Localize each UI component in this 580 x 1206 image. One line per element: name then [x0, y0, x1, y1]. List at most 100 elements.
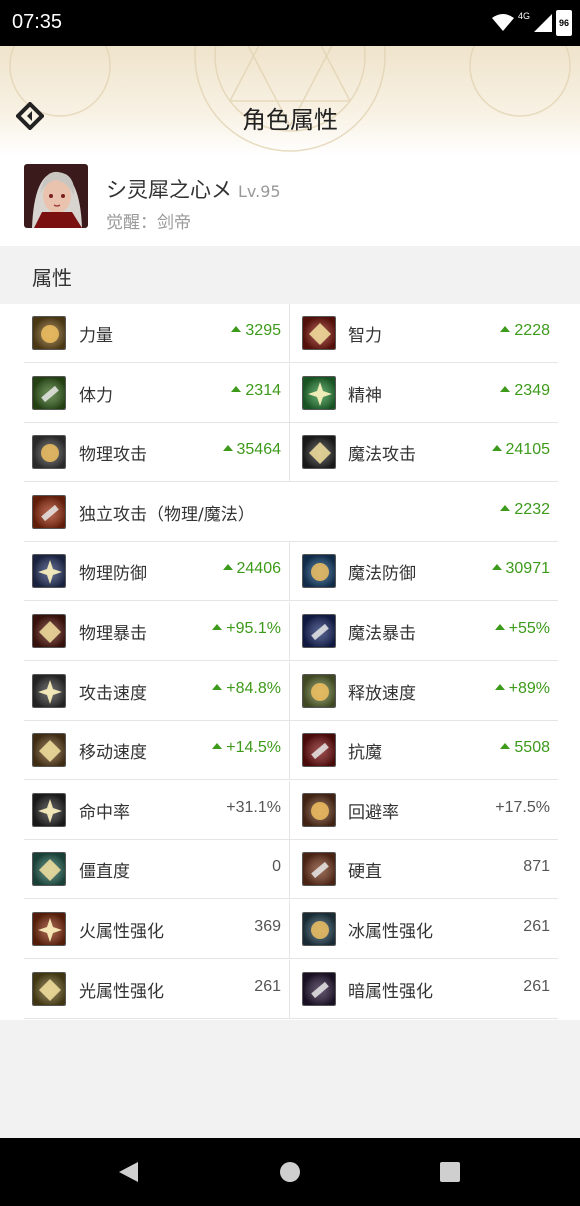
stat-value-text: 2232 [514, 500, 550, 518]
stat-value: 0 [272, 858, 281, 876]
nav-recents-button[interactable] [438, 1160, 462, 1184]
stat-value-text: +17.5% [495, 798, 550, 816]
character-name: シ灵犀之心メ [106, 178, 232, 202]
increase-arrow-icon [212, 683, 223, 690]
stat-label: 光属性强化 [79, 981, 164, 1002]
stat-row: 光属性强化 261 暗属性强化 261 [24, 959, 558, 1019]
stat-value: 2232 [500, 501, 550, 519]
stat-value-text: 2228 [514, 322, 550, 339]
stat-cell: 硬直 871 [290, 840, 558, 899]
stat-cell: 物理防御 24406 [24, 542, 290, 602]
stat-row: 命中率 +31.1% 回避率 +17.5% [24, 780, 558, 840]
page-title: 角色属性 [242, 106, 338, 134]
increase-arrow-icon [222, 564, 233, 571]
stat-label: 独立攻击（物理/魔法） [79, 504, 255, 525]
stat-value-text: +14.5% [226, 739, 281, 757]
stat-cell: 释放速度 +89% [290, 662, 558, 721]
stat-cell: 移动速度 +14.5% [24, 721, 290, 781]
stat-label: 智力 [348, 326, 382, 346]
stat-row: 移动速度 +14.5% 抗魔 5508 [24, 721, 558, 781]
evasion-icon [302, 792, 336, 827]
stat-value-text: +31.1% [226, 798, 281, 816]
stat-row: 僵直度 0 硬直 871 [24, 840, 558, 900]
stat-label: 火属性强化 [79, 922, 164, 942]
independent-attack-icon [32, 494, 66, 529]
stat-value-text: +89% [508, 679, 550, 697]
stat-cell: 物理攻击 35464 [24, 423, 290, 483]
circle-home-icon [280, 1162, 300, 1182]
stat-label: 移动速度 [79, 743, 147, 764]
square-recents-icon [440, 1162, 460, 1182]
stat-label: 攻击速度 [79, 683, 147, 704]
stat-label: 僵直度 [79, 862, 130, 883]
signal-icon [534, 14, 552, 32]
stat-value: 24406 [222, 560, 281, 578]
stat-cell: 魔法暴击 +55% [290, 602, 558, 661]
stat-cell: 物理暴击 +95.1% [24, 602, 290, 661]
increase-arrow-icon [212, 624, 223, 630]
stat-label: 力量 [79, 326, 113, 346]
stat-label: 硬直 [348, 862, 382, 883]
fire-element-icon [32, 912, 66, 946]
stat-label: 释放速度 [348, 683, 416, 704]
hit-recovery-icon [302, 852, 336, 887]
stat-label: 物理暴击 [79, 624, 147, 644]
stat-value-text: 2349 [514, 381, 550, 399]
stat-value: +84.8% [212, 680, 281, 698]
vitality-icon [32, 375, 66, 410]
stat-cell: 精神 2349 [290, 364, 558, 423]
stat-value: 2349 [500, 382, 550, 400]
physical-attack-icon [32, 435, 66, 470]
stat-row: 物理攻击 35464 魔法攻击 24105 [24, 423, 558, 483]
stat-row: 火属性强化 369 冰属性强化 261 [24, 900, 558, 959]
spirit-icon [302, 375, 336, 410]
wifi-icon [491, 14, 514, 31]
nav-back-button[interactable] [116, 1160, 140, 1184]
attributes-section-header: 属性 [0, 246, 580, 304]
increase-arrow-icon [500, 504, 511, 511]
magic-attack-icon [302, 435, 336, 470]
stat-value: +95.1% [212, 620, 281, 638]
stat-value-text: 261 [523, 918, 550, 935]
magic-crit-icon [302, 614, 336, 648]
stat-value-text: +84.8% [226, 679, 281, 697]
stat-value: 35464 [222, 441, 282, 459]
increase-arrow-icon [231, 385, 242, 392]
network-type-label: 4G [517, 11, 530, 21]
stat-value: 2228 [500, 322, 550, 340]
stat-cell: 攻击速度 +84.8% [24, 661, 290, 721]
magic-resist-icon [302, 733, 336, 768]
stat-cell: 僵直度 0 [24, 840, 290, 900]
stat-value: 261 [254, 978, 281, 996]
stat-cell: 冰属性强化 261 [290, 900, 558, 959]
stat-value-text: +55% [508, 620, 550, 637]
stat-value-text: 261 [523, 977, 550, 995]
cast-speed-icon [302, 673, 336, 708]
intelligence-icon [302, 316, 336, 350]
stat-label: 精神 [348, 385, 382, 406]
stat-label: 冰属性强化 [348, 922, 433, 942]
status-bar: 07:35 4G 96 [0, 0, 580, 46]
stat-cell: 命中率 +31.1% [24, 780, 290, 840]
character-name-line: シ灵犀之心メ Lv.95 [106, 174, 281, 204]
stat-row: 攻击速度 +84.8% 释放速度 +89% [24, 661, 558, 721]
increase-arrow-icon [212, 743, 223, 750]
increase-arrow-icon [494, 683, 505, 690]
dark-element-icon [302, 971, 336, 1006]
status-icons: 4G 96 [491, 10, 572, 36]
character-profile: シ灵犀之心メ Lv.95 觉醒：剑帝 [0, 156, 580, 246]
system-nav-bar [0, 1138, 580, 1206]
stat-value-text: 261 [254, 977, 281, 995]
stat-value-text: 35464 [236, 441, 282, 459]
stat-cell: 回避率 +17.5% [290, 781, 558, 840]
stat-value: 5508 [500, 739, 550, 757]
stat-label: 魔法攻击 [348, 445, 416, 466]
stat-value-text: 3295 [245, 322, 281, 339]
stat-value: +31.1% [226, 799, 281, 817]
stat-value-text: 0 [272, 858, 281, 876]
stat-cell: 抗魔 5508 [290, 721, 558, 780]
stat-value: +89% [494, 679, 550, 698]
stat-value-text: 24105 [505, 441, 551, 459]
stat-value: 369 [254, 918, 281, 936]
nav-home-button[interactable] [278, 1160, 302, 1184]
